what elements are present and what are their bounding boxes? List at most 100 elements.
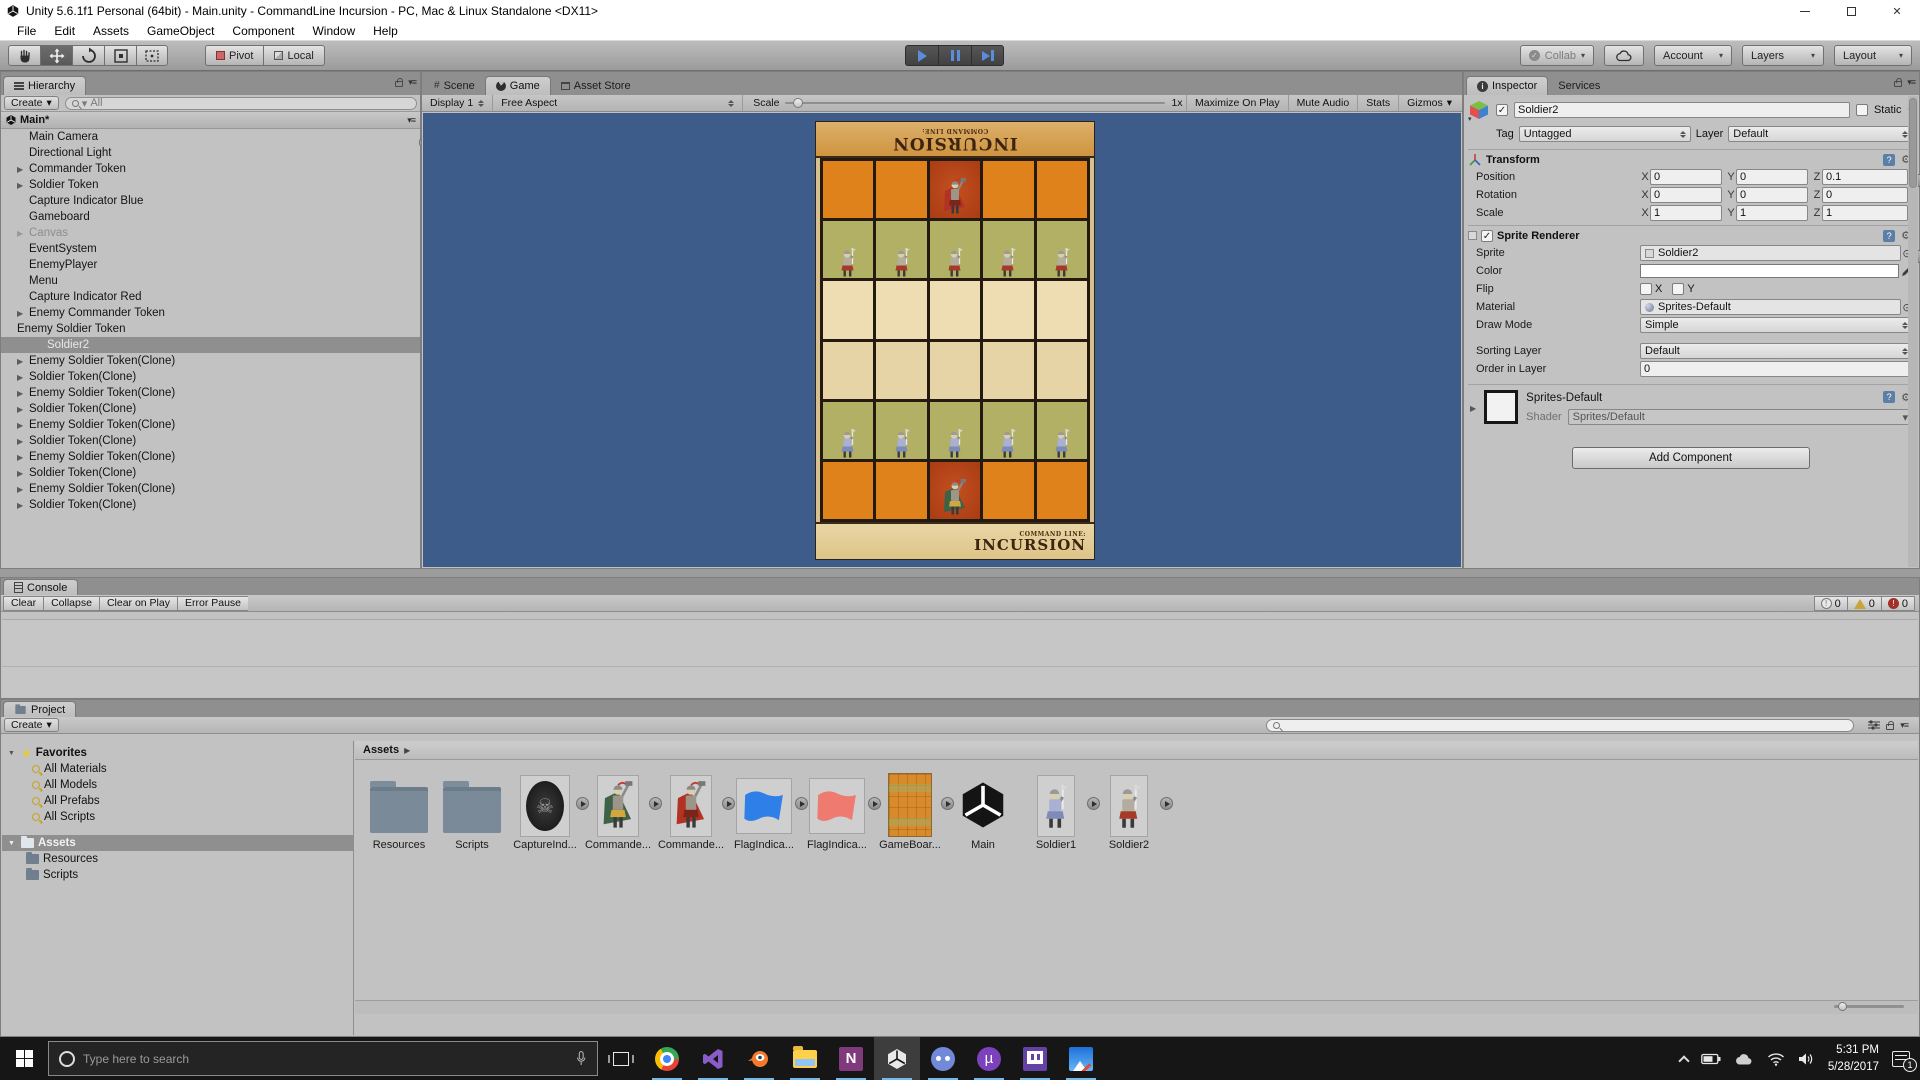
help-icon[interactable]: ? [1883,230,1895,242]
asset-flag-red[interactable]: FlagIndica... [805,773,869,851]
collab-button[interactable]: ✓Collab▾ [1520,45,1594,66]
rect-tool-button[interactable] [136,45,168,66]
asset-grid-scrollbar[interactable] [355,1000,1918,1014]
stats-button[interactable]: Stats [1357,95,1398,111]
minimize-button[interactable] [1782,0,1828,22]
flip-y-checkbox[interactable] [1672,283,1684,295]
asset-scripts[interactable]: Scripts [440,773,504,851]
hierarchy-item[interactable]: ▶Enemy Soldier Token(Clone) [1,385,420,401]
hierarchy-item[interactable]: ▶EnemyPlayer [1,257,420,273]
lock-icon[interactable] [1886,724,1894,730]
rotate-tool-button[interactable] [72,45,104,66]
hierarchy-search-input[interactable]: ▾All [65,97,417,110]
scene-header[interactable]: ▼ Main* ▾≡ [1,112,420,129]
hierarchy-item[interactable]: ▶Enemy Soldier Token(Clone) [1,449,420,465]
panel-menu-icon[interactable]: ▾≡ [1900,720,1908,731]
draw-mode-dropdown[interactable]: Simple [1640,317,1913,333]
hierarchy-item[interactable]: ▶Enemy Soldier Token(Clone) [1,353,420,369]
menu-help[interactable]: Help [364,24,407,38]
tab-hierarchy[interactable]: Hierarchy [3,76,86,95]
material-preview-swatch[interactable] [1484,390,1518,424]
console-error-toggle[interactable]: !0 [1881,596,1915,611]
position-y-field[interactable] [1736,169,1808,185]
task-view-button[interactable] [598,1037,644,1080]
account-dropdown[interactable]: Account▾ [1654,45,1732,66]
assets-root-item[interactable]: ▼Assets [2,835,353,851]
asset-commander-blue[interactable]: Commande... [586,773,650,851]
hierarchy-item[interactable]: ▶Capture Indicator Blue [1,193,420,209]
tab-inspector[interactable]: iInspector [1466,76,1548,95]
panel-menu-icon[interactable]: ▾≡ [1907,77,1915,88]
tree-item-scripts[interactable]: Scripts [2,867,353,883]
taskbar-search-input[interactable]: Type here to search [48,1041,598,1076]
local-toggle-button[interactable]: Local [263,45,324,66]
menu-assets[interactable]: Assets [84,24,138,38]
hierarchy-item[interactable]: ▶Soldier Token(Clone) [1,369,420,385]
static-checkbox[interactable] [1856,104,1868,116]
console-warning-toggle[interactable]: 0 [1847,596,1881,611]
hierarchy-item[interactable]: ▶Soldier Token(Clone) [1,401,420,417]
layers-dropdown[interactable]: Layers▾ [1742,45,1824,66]
rotation-z-field[interactable] [1822,187,1908,203]
action-center-button[interactable]: 1 [1892,1051,1910,1067]
hierarchy-item[interactable]: ▶Soldier Token [1,177,420,193]
console-clear-on-play-button[interactable]: Clear on Play [99,596,177,611]
aspect-dropdown[interactable]: Free Aspect [493,95,743,111]
battery-icon[interactable] [1701,1053,1721,1065]
lock-icon[interactable] [1894,81,1902,87]
asset-resources[interactable]: Resources [367,773,431,851]
taskbar-app-blender[interactable] [736,1037,782,1080]
tab-console[interactable]: Console [3,579,78,595]
maximize-button[interactable] [1828,0,1874,22]
close-button[interactable]: ✕ [1874,0,1920,22]
tab-services[interactable]: Services [1548,76,1610,95]
menu-edit[interactable]: Edit [45,24,84,38]
prefab-caret-icon[interactable]: ▾ [1468,115,1472,123]
position-z-field[interactable] [1822,169,1908,185]
hierarchy-item[interactable]: ▶Enemy Soldier Token(Clone) [1,417,420,433]
asset-soldier1[interactable]: Soldier1 [1024,773,1088,851]
layout-dropdown[interactable]: Layout▾ [1834,45,1912,66]
taskbar-app-photos[interactable] [1058,1037,1104,1080]
panel-menu-icon[interactable]: ▾≡ [408,77,416,88]
tab-asset-store[interactable]: Asset Store [551,76,641,95]
scene-menu-icon[interactable]: ▾≡ [407,115,415,126]
gameobject-name-field[interactable] [1514,102,1850,118]
material-object-field[interactable]: Sprites-Default [1640,299,1901,315]
maximize-on-play-button[interactable]: Maximize On Play [1186,95,1288,111]
console-log-area[interactable] [2,619,1918,697]
project-search-field[interactable] [1284,720,1847,731]
flip-x-checkbox[interactable] [1640,283,1652,295]
add-component-button[interactable]: Add Component [1572,447,1810,469]
taskbar-app-visual-studio[interactable] [690,1037,736,1080]
asset-capture-indicator[interactable]: ☠CaptureInd... [513,773,577,851]
console-collapse-button[interactable]: Collapse [43,596,99,611]
scale-y-field[interactable] [1736,205,1808,221]
hierarchy-item[interactable]: ▶Enemy Commander Token [1,305,420,321]
favorites-header[interactable]: ▼★Favorites [2,745,353,761]
scale-tool-button[interactable] [104,45,136,66]
hierarchy-item[interactable]: ▶Enemy Soldier Token(Clone) [1,481,420,497]
hierarchy-item[interactable]: ▶EventSystem [1,241,420,257]
tray-expand-icon[interactable] [1678,1055,1689,1066]
favorite-all-prefabs[interactable]: All Prefabs [2,793,353,809]
asset-flag-blue[interactable]: FlagIndica... [732,773,796,851]
project-create-button[interactable]: Create▾ [4,718,59,732]
taskbar-clock[interactable]: 5:31 PM 5/28/2017 [1828,1042,1879,1075]
tab-scene[interactable]: #Scene [424,76,485,95]
hierarchy-item[interactable]: ▶Capture Indicator Red [1,289,420,305]
scale-slider[interactable] [785,102,1165,104]
hierarchy-item[interactable]: ▶Directional Light [1,145,420,161]
menu-window[interactable]: Window [303,24,364,38]
mute-audio-button[interactable]: Mute Audio [1288,95,1358,111]
step-button[interactable] [971,45,1004,66]
menu-file[interactable]: File [8,24,45,38]
order-in-layer-field[interactable] [1640,361,1913,377]
menu-component[interactable]: Component [223,24,303,38]
move-tool-button[interactable] [40,45,72,66]
component-enabled-checkbox[interactable]: ✓ [1481,230,1493,242]
hierarchy-item[interactable]: ▶Canvas [1,225,420,241]
scale-x-field[interactable] [1650,205,1722,221]
console-clear-button[interactable]: Clear [3,596,43,611]
taskbar-app-file-explorer[interactable] [782,1037,828,1080]
